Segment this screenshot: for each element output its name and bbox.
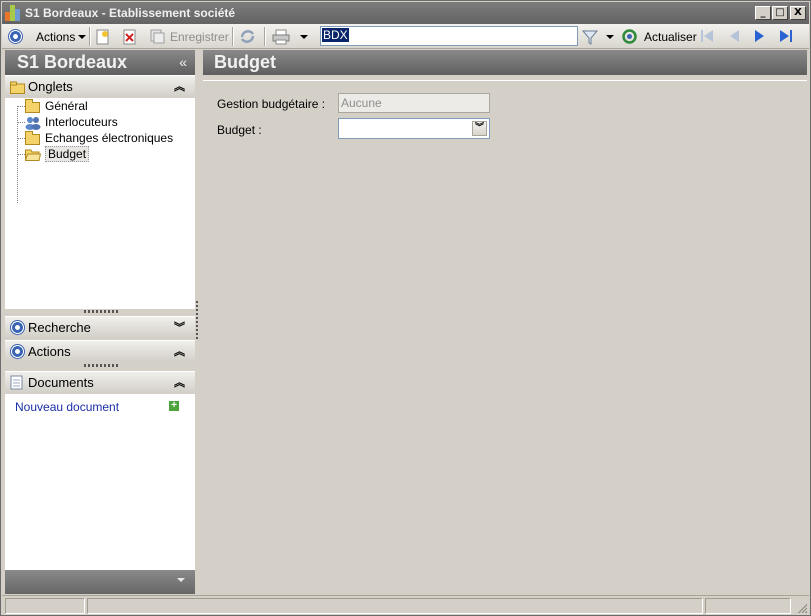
resize-grip-icon[interactable] (797, 603, 807, 613)
close-button[interactable]: X (790, 6, 806, 20)
tree-item-label: Echanges électroniques (45, 131, 174, 145)
panel-splitter[interactable] (5, 309, 195, 314)
filter-button[interactable] (582, 27, 614, 46)
actions-circle-icon (10, 344, 25, 365)
delete-record-button[interactable] (123, 27, 137, 46)
document-icon (10, 375, 23, 396)
filter-icon (582, 30, 598, 45)
tree-item-general[interactable]: Général (25, 98, 88, 114)
collapse-sidebar-button[interactable]: « (179, 50, 187, 75)
chevron-down-icon[interactable]: ︾ (174, 317, 185, 338)
actions-menu-label: Actions (36, 29, 76, 44)
budget-select[interactable]: ︾ (338, 118, 490, 139)
recherche-circle-icon (10, 320, 25, 341)
maximize-button[interactable]: □ (772, 6, 788, 20)
window-title: S1 Bordeaux - Etablissement société (25, 6, 236, 20)
status-cell (5, 598, 85, 614)
panel-splitter[interactable] (5, 363, 195, 368)
next-record-icon[interactable] (752, 29, 768, 43)
section-recherche-label: Recherche (28, 320, 91, 335)
actions-menu-button[interactable]: Actions (36, 27, 87, 46)
new-document-icon (96, 29, 109, 44)
section-documents[interactable]: Documents ︽ (5, 371, 195, 393)
print-button[interactable] (272, 27, 308, 46)
people-icon (25, 116, 41, 130)
toolbar-separator (264, 27, 266, 46)
refresh-button-label: Actualiser (644, 29, 697, 44)
search-input[interactable]: BDX (320, 26, 578, 46)
section-onglets[interactable]: Onglets ︽ (5, 75, 195, 97)
section-actions[interactable]: Actions ︽ (5, 340, 195, 362)
folder-icon (10, 79, 25, 100)
gestion-budgetaire-label: Gestion budgétaire : (217, 97, 326, 111)
save-button[interactable]: Enregistrer (150, 27, 229, 46)
tree-item-budget[interactable]: Budget (24, 146, 90, 162)
status-cell (705, 598, 791, 614)
sidebar-header: S1 Bordeaux « (5, 50, 195, 75)
vertical-splitter[interactable] (196, 301, 198, 341)
search-input-value: BDX (322, 28, 349, 42)
tree-item-label: Général (45, 99, 88, 113)
first-record-icon[interactable] (699, 29, 715, 43)
add-document-icon[interactable]: + (169, 401, 179, 411)
chevron-up-icon[interactable]: ︽ (174, 372, 185, 393)
save-button-label: Enregistrer (170, 29, 229, 44)
toolbar-separator (89, 27, 91, 46)
application-window: S1 Bordeaux - Etablissement société _ □ … (0, 0, 811, 616)
delete-icon (123, 29, 136, 44)
section-documents-label: Documents (28, 375, 94, 390)
folder-icon (25, 98, 41, 113)
chevron-down-icon[interactable] (177, 578, 185, 582)
budget-label: Budget : (217, 123, 262, 137)
chevron-down-icon (78, 34, 87, 39)
save-icon (150, 29, 165, 44)
folder-open-icon (24, 148, 42, 161)
sidebar: S1 Bordeaux « Onglets ︽ Général Interloc… (5, 50, 195, 595)
title-bar[interactable]: S1 Bordeaux - Etablissement société _ □ … (2, 2, 809, 24)
refresh-button[interactable]: Actualiser (621, 27, 697, 46)
tabs-tree: Général Interlocuteurs Echanges électron… (5, 98, 195, 309)
status-bar (2, 595, 809, 615)
divider (203, 80, 807, 81)
toolbar-separator (232, 27, 234, 46)
printer-icon (272, 29, 290, 44)
app-logo-icon (5, 5, 21, 21)
actions-menu-icon[interactable] (8, 27, 23, 46)
last-record-icon[interactable] (778, 29, 794, 43)
gestion-budgetaire-field: Aucune (338, 93, 490, 113)
new-record-button[interactable] (96, 27, 110, 46)
status-cell (87, 598, 703, 614)
chevron-down-icon[interactable]: ︾ (472, 121, 487, 136)
page-title: Budget (203, 50, 807, 75)
chevron-down-icon[interactable] (606, 34, 614, 39)
sync-button[interactable] (239, 27, 256, 46)
toolbar: Actions Enregistrer BDX Actualiser (2, 24, 809, 49)
tree-item-echanges-electroniques[interactable]: Echanges électroniques (25, 130, 173, 146)
chevron-up-icon[interactable]: ︽ (174, 341, 185, 362)
minimize-button[interactable]: _ (755, 6, 771, 20)
tree-item-label: Budget (45, 146, 90, 162)
chevron-down-icon[interactable] (300, 34, 308, 39)
documents-panel: Nouveau document + (5, 394, 195, 570)
section-actions-label: Actions (28, 344, 71, 359)
sync-icon (240, 30, 255, 43)
previous-record-icon[interactable] (726, 29, 742, 43)
section-recherche[interactable]: Recherche ︾ (5, 316, 195, 338)
chevron-up-icon[interactable]: ︽ (174, 76, 185, 97)
tree-item-label: Interlocuteurs (45, 115, 118, 129)
sidebar-footer[interactable] (5, 570, 195, 594)
new-document-link[interactable]: Nouveau document (15, 400, 119, 414)
tree-item-interlocuteurs[interactable]: Interlocuteurs (25, 114, 118, 130)
folder-icon (25, 130, 41, 145)
section-onglets-label: Onglets (28, 79, 73, 94)
gestion-budgetaire-value: Aucune (341, 96, 382, 110)
refresh-icon (622, 29, 637, 44)
sidebar-title: S1 Bordeaux (17, 52, 128, 72)
